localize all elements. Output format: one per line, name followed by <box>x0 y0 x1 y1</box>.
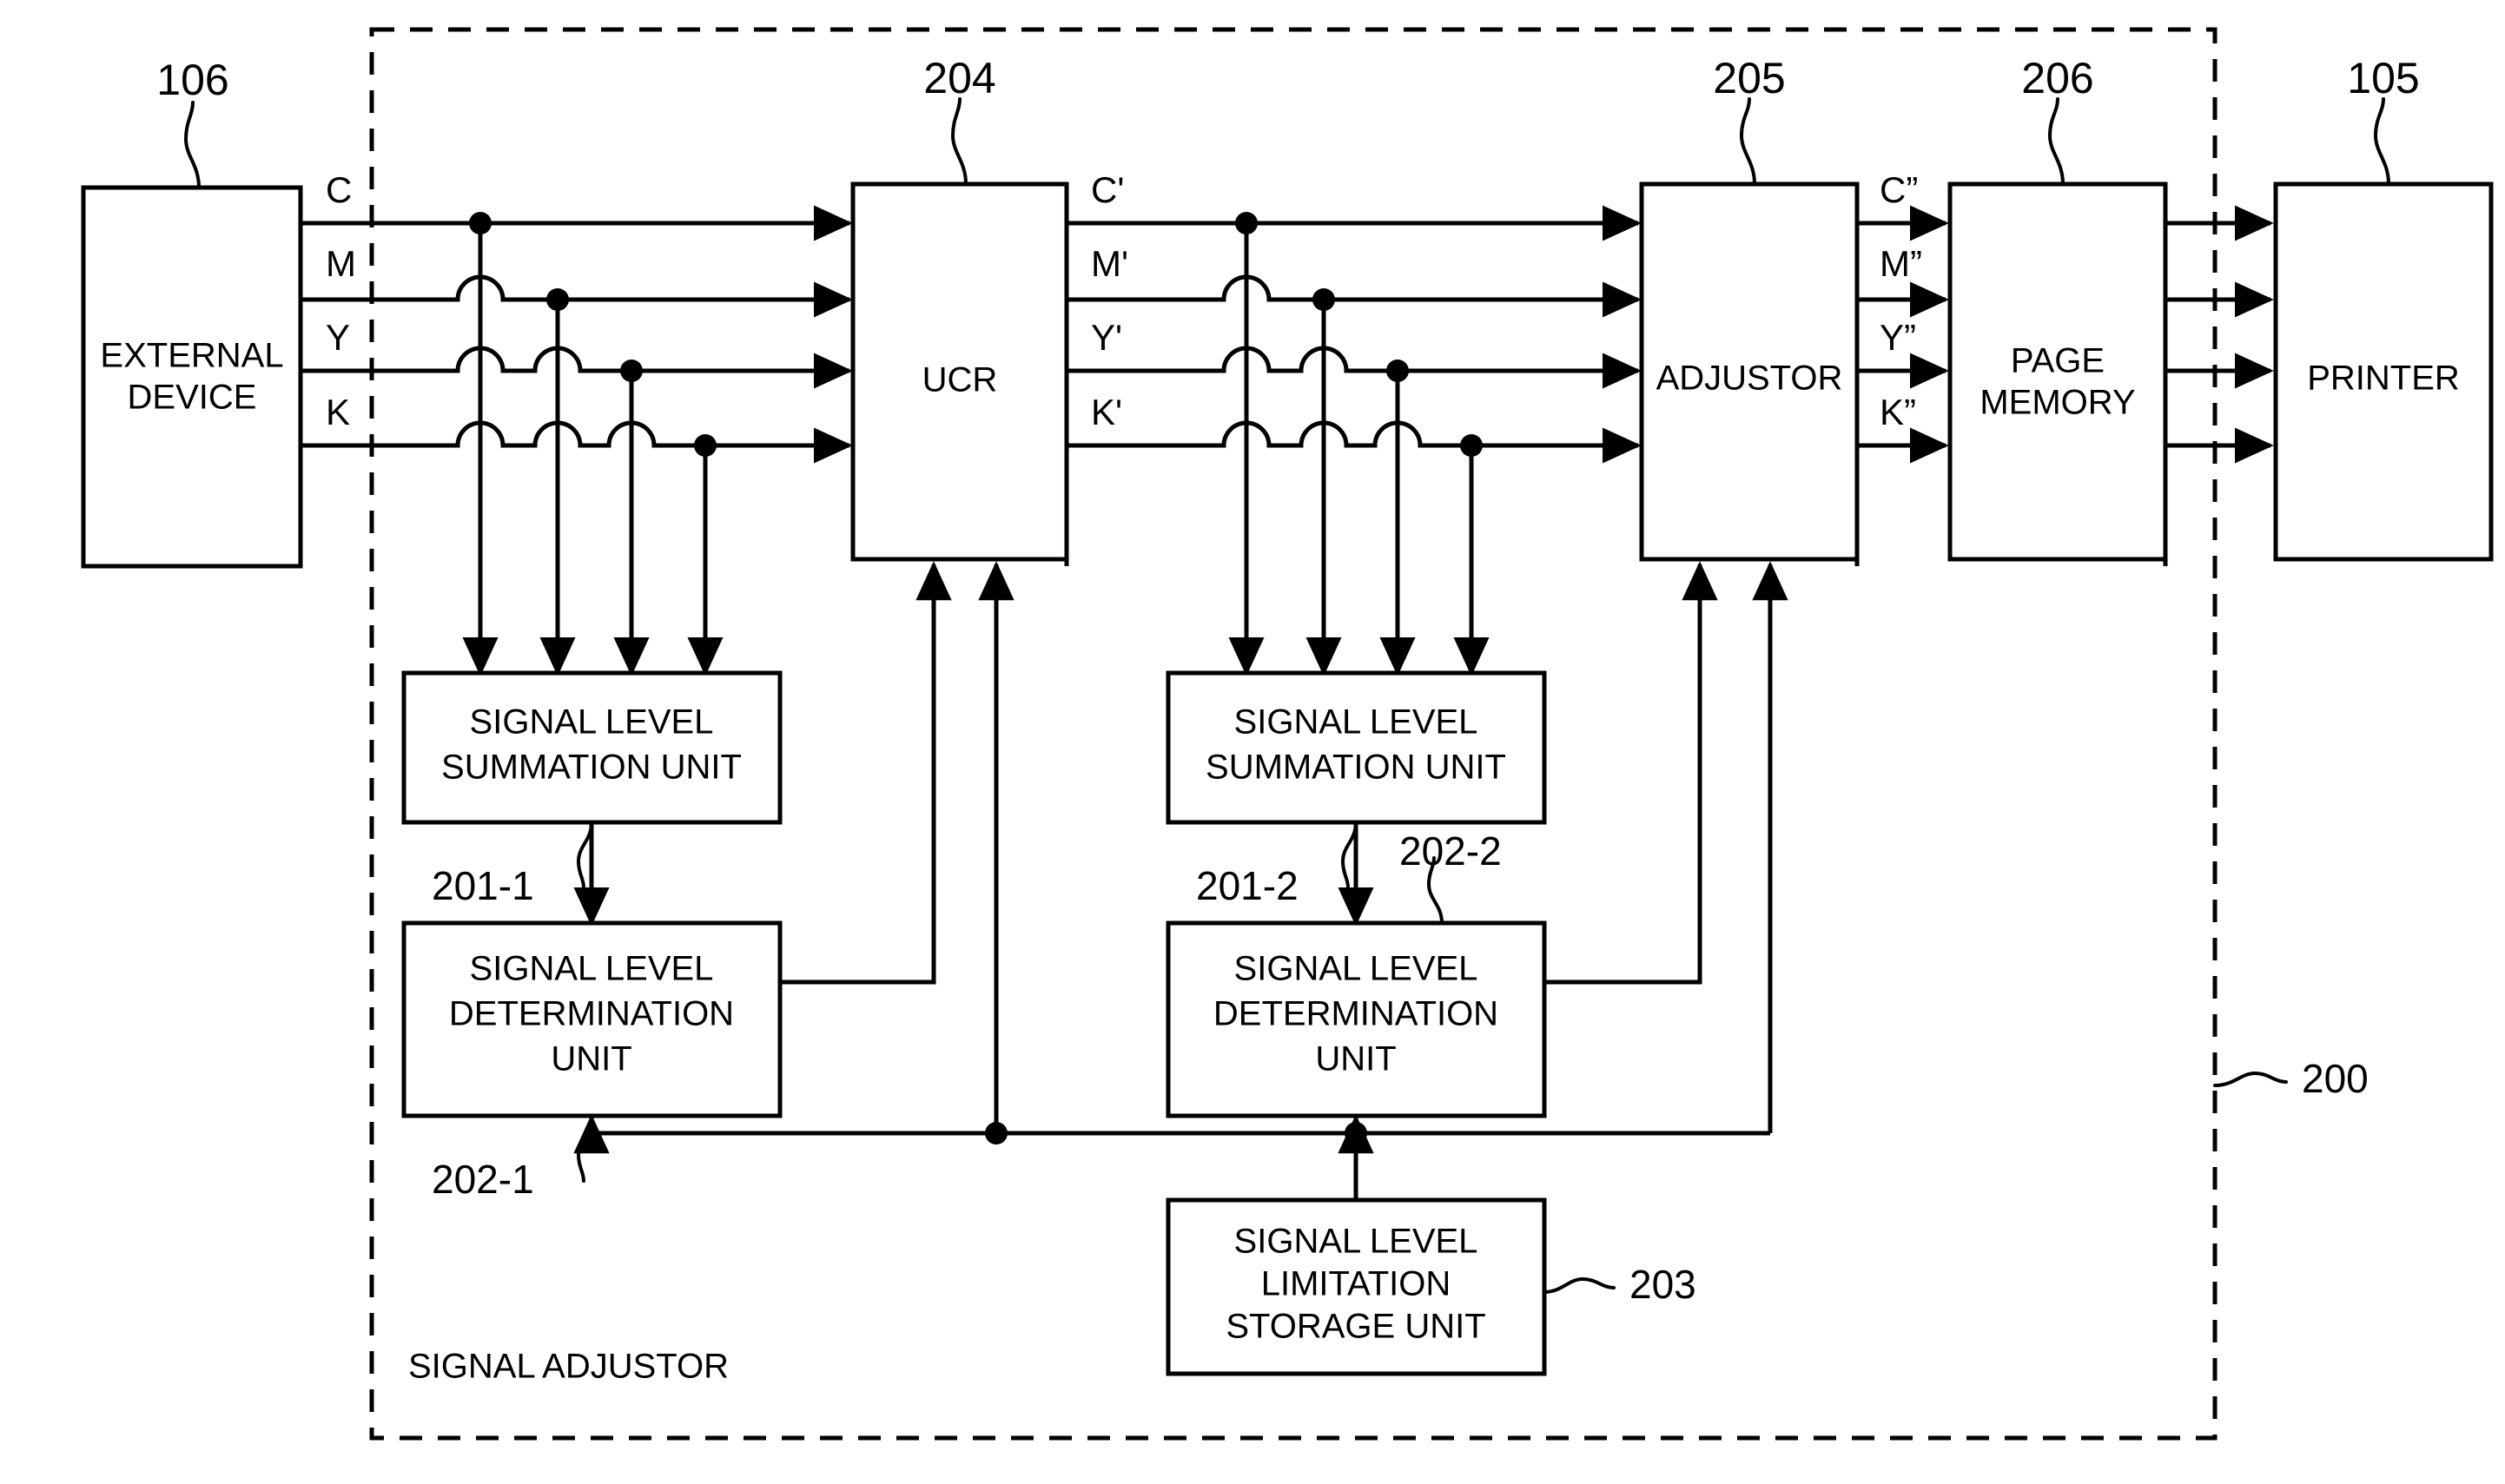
signal-label-k-prime: K' <box>1091 392 1122 432</box>
ref-200: 200 <box>2302 1056 2369 1101</box>
ref-202-1: 202-1 <box>432 1157 534 1202</box>
signal-adjustor-caption: SIGNAL ADJUSTOR <box>408 1348 729 1386</box>
determination-unit-2-label-line1: SIGNAL LEVEL <box>1234 950 1478 988</box>
summation-unit-1-label-line1: SIGNAL LEVEL <box>470 703 714 742</box>
limitation-storage-label-line3: STORAGE UNIT <box>1226 1308 1485 1346</box>
determination-unit-1-label-line3: UNIT <box>551 1040 631 1078</box>
junction-dot-y1 <box>620 359 643 382</box>
ucr-label: UCR <box>922 361 998 399</box>
ref-201-1: 201-1 <box>432 863 534 908</box>
determination-unit-1-label-line2: DETERMINATION <box>449 995 734 1033</box>
page-memory-label-line1: PAGE <box>2011 342 2105 380</box>
leader-106 <box>183 101 201 189</box>
junction-dot-m1 <box>546 288 569 311</box>
signal-label-y-dprime: Y” <box>1880 317 1916 358</box>
leader-203 <box>1543 1276 1616 1294</box>
junction-dot-c2 <box>1235 212 1258 234</box>
signal-label-c: C <box>326 169 352 210</box>
ref-203: 203 <box>1629 1262 1696 1307</box>
junction-dot-y2 <box>1386 359 1409 382</box>
ref-202-2: 202-2 <box>1399 828 1502 874</box>
block-diagram-canvas: EXTERNAL DEVICE 106 UCR 204 ADJUSTOR 205… <box>81 27 2494 1441</box>
page-memory-label-line2: MEMORY <box>1980 384 2135 422</box>
ref-204: 204 <box>923 54 995 102</box>
external-device-label-line1: EXTERNAL <box>100 337 283 375</box>
signal-label-k: K <box>326 392 350 432</box>
limitation-storage-label-line2: LIMITATION <box>1261 1265 1451 1303</box>
leader-206 <box>2047 97 2065 186</box>
wire-det1-to-ucr <box>780 561 952 985</box>
signal-label-c-prime: C' <box>1091 169 1124 210</box>
signal-label-y: Y <box>326 317 350 358</box>
wire-yp <box>1067 346 1636 373</box>
determination-unit-2-label-line3: UNIT <box>1315 1040 1396 1078</box>
signal-label-y-prime: Y' <box>1091 317 1122 358</box>
ref-106: 106 <box>156 56 228 104</box>
ref-201-2: 201-2 <box>1196 863 1299 908</box>
signal-label-m-dprime: M” <box>1880 243 1922 284</box>
adjustor-label: ADJUSTOR <box>1656 359 1843 398</box>
junction-dot-k1 <box>694 434 717 457</box>
wire-det2-to-adjustor <box>1544 561 1718 985</box>
signal-label-c-dprime: C” <box>1880 169 1918 210</box>
signal-label-m: M <box>326 243 356 284</box>
wire-y-in <box>301 346 847 373</box>
junction-dot-c1 <box>469 212 492 234</box>
signal-label-m-prime: M' <box>1091 243 1128 284</box>
patent-figure: EXTERNAL DEVICE 106 UCR 204 ADJUSTOR 205… <box>0 0 2505 1484</box>
limitation-storage-label-line1: SIGNAL LEVEL <box>1234 1223 1478 1261</box>
ref-206: 206 <box>2021 54 2093 102</box>
junction-dot-bus-ucr <box>985 1122 1008 1144</box>
signal-label-k-dprime: K” <box>1880 392 1916 432</box>
ref-205: 205 <box>1713 54 1785 102</box>
junction-dot-bus-storage <box>1345 1122 1367 1144</box>
determination-unit-1-label-line1: SIGNAL LEVEL <box>470 950 714 988</box>
wire-m-in <box>301 274 847 302</box>
wire-kp <box>1067 420 1636 448</box>
determination-unit-2-label-line2: DETERMINATION <box>1213 995 1498 1033</box>
junction-dot-k2 <box>1460 434 1483 457</box>
ref-105: 105 <box>2347 54 2419 102</box>
leader-205 <box>1739 97 1756 186</box>
leader-204 <box>950 97 968 186</box>
summation-unit-2-label-line1: SIGNAL LEVEL <box>1234 703 1478 742</box>
wire-k-in <box>301 420 847 448</box>
printer-label: PRINTER <box>2307 359 2460 398</box>
summation-unit-2-label-line2: SUMMATION UNIT <box>1206 749 1506 787</box>
wire-mp <box>1067 274 1636 302</box>
leader-105 <box>2373 97 2390 186</box>
junction-dot-m2 <box>1312 288 1335 311</box>
external-device-block[interactable] <box>81 185 303 569</box>
summation-unit-1-label-line2: SUMMATION UNIT <box>441 749 742 787</box>
leader-200 <box>2213 1071 2288 1087</box>
external-device-label-line2: DEVICE <box>128 379 257 417</box>
